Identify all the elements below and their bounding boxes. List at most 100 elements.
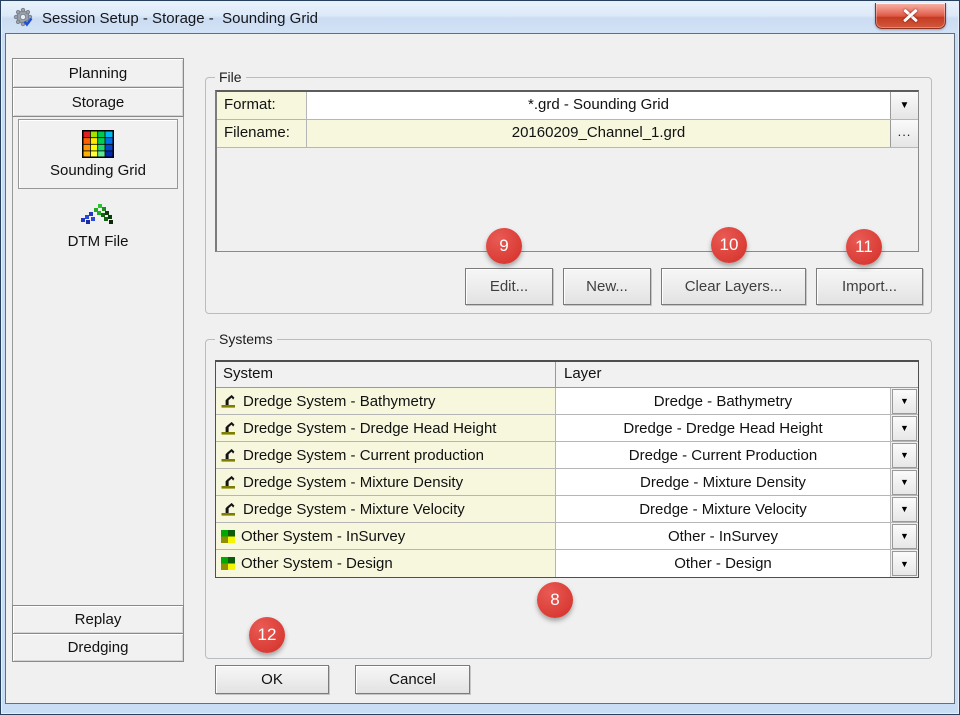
titlebar[interactable]: Session Setup - Storage - Sounding Grid: [2, 2, 958, 34]
table-header: System Layer: [216, 362, 918, 388]
table-row: Other System - Design Other - Design ▼: [216, 550, 918, 577]
filename-input[interactable]: 20160209_Channel_1.grd: [307, 120, 890, 147]
layer-cell[interactable]: Dredge - Bathymetry: [556, 388, 891, 414]
sidebar-tab-label: Planning: [69, 65, 127, 82]
layer-dropdown-button[interactable]: ▼: [892, 416, 917, 441]
dredge-system-icon: [221, 448, 237, 462]
chevron-down-icon: ▼: [900, 559, 909, 569]
sidebar-tab-dredging[interactable]: Dredging: [12, 633, 184, 662]
dialog-client: Planning Storage Sounding Grid: [5, 33, 955, 704]
table-row: Dredge System - Dredge Head Height Dredge…: [216, 415, 918, 442]
layer-dropdown: ▼: [891, 442, 918, 468]
layer-dropdown: ▼: [891, 469, 918, 495]
edit-button[interactable]: Edit...: [465, 268, 553, 305]
layer-dropdown: ▼: [891, 550, 918, 577]
close-icon: [902, 8, 919, 23]
annotation-badge-11: 11: [846, 229, 882, 265]
systems-table: System Layer Dredge System - BathymetryD…: [215, 360, 919, 578]
layer-cell[interactable]: Other - Design: [556, 550, 891, 577]
sidebar-tab-storage[interactable]: Storage: [12, 87, 184, 117]
column-header-layer: Layer: [556, 362, 918, 387]
sidebar-item-sounding-grid[interactable]: Sounding Grid: [18, 119, 178, 189]
layer-dropdown-button[interactable]: ▼: [892, 389, 917, 414]
column-header-system: System: [216, 362, 556, 387]
layer-cell[interactable]: Other - InSurvey: [556, 523, 891, 549]
chevron-down-icon: ▼: [900, 477, 909, 487]
sounding-grid-icon: [82, 130, 114, 158]
system-cell-label: Dredge System - Bathymetry: [243, 393, 436, 410]
file-grid: Format: *.grd - Sounding Grid ▼ Filename…: [215, 90, 919, 252]
layer-cell[interactable]: Dredge - Mixture Velocity: [556, 496, 891, 522]
sidebar-item-label: DTM File: [68, 233, 129, 250]
format-label: Format:: [217, 92, 307, 119]
system-cell-label: Dredge System - Dredge Head Height: [243, 420, 496, 437]
import-button[interactable]: Import...: [816, 268, 923, 305]
chevron-down-icon: ▼: [900, 423, 909, 433]
layer-cell[interactable]: Dredge - Dredge Head Height: [556, 415, 891, 441]
file-group-label: File: [215, 69, 246, 85]
chevron-down-icon: ▼: [900, 504, 909, 514]
layer-dropdown-button[interactable]: ▼: [892, 470, 917, 495]
chevron-down-icon: ▼: [900, 396, 909, 406]
ok-button[interactable]: OK: [215, 665, 329, 694]
layer-dropdown: ▼: [891, 415, 918, 441]
system-cell[interactable]: Dredge System - Mixture Velocity: [216, 496, 556, 522]
sidebar-tab-planning[interactable]: Planning: [12, 58, 184, 88]
layer-dropdown-button[interactable]: ▼: [892, 551, 917, 576]
table-row: Other System - InSurveyOther - InSurvey ▼: [216, 523, 918, 550]
system-cell[interactable]: Dredge System - Dredge Head Height: [216, 415, 556, 441]
annotation-badge-12: 12: [249, 617, 285, 653]
systems-group-label: Systems: [215, 331, 277, 347]
format-dropdown-button[interactable]: ▼: [890, 92, 918, 119]
dredge-system-icon: [221, 394, 237, 408]
format-value[interactable]: *.grd - Sounding Grid: [307, 92, 890, 119]
file-group: File Format: *.grd - Sounding Grid ▼ Fil…: [205, 77, 932, 314]
sidebar-tab-label: Replay: [75, 611, 122, 628]
system-cell[interactable]: Dredge System - Current production: [216, 442, 556, 468]
annotation-badge-8: 8: [537, 582, 573, 618]
table-row: Dredge System - Current production Dredge…: [216, 442, 918, 469]
dredge-system-icon: [221, 475, 237, 489]
system-cell-label: Other System - Design: [241, 555, 393, 572]
filename-row: Filename: 20160209_Channel_1.grd ...: [217, 120, 918, 148]
layer-dropdown-button[interactable]: ▼: [892, 524, 917, 549]
new-button[interactable]: New...: [563, 268, 651, 305]
dredge-system-icon: [221, 421, 237, 435]
window-title: Session Setup - Storage - Sounding Grid: [42, 10, 318, 27]
layer-cell[interactable]: Dredge - Current Production: [556, 442, 891, 468]
system-cell-label: Dredge System - Mixture Density: [243, 474, 463, 491]
dtm-file-icon: [78, 201, 118, 229]
dialog-window: Session Setup - Storage - Sounding Grid …: [0, 0, 960, 715]
chevron-down-icon: ▼: [900, 531, 909, 541]
chevron-down-icon: ▼: [900, 100, 910, 111]
annotation-badge-10: 10: [711, 227, 747, 263]
layer-cell[interactable]: Dredge - Mixture Density: [556, 469, 891, 495]
sidebar: Planning Storage Sounding Grid: [12, 58, 184, 662]
chevron-down-icon: ▼: [900, 450, 909, 460]
system-cell[interactable]: Dredge System - Bathymetry: [216, 388, 556, 414]
browse-button[interactable]: ...: [890, 120, 918, 147]
close-button[interactable]: [875, 3, 946, 29]
sidebar-tab-label: Storage: [72, 94, 125, 111]
table-row: Dredge System - Bathymetry Dredge - Bathy…: [216, 388, 918, 415]
cancel-button[interactable]: Cancel: [355, 665, 470, 694]
layer-dropdown-button[interactable]: ▼: [892, 497, 917, 522]
clear-layers-button[interactable]: Clear Layers...: [661, 268, 806, 305]
table-row: Dredge System - Mixture VelocityDredge -…: [216, 496, 918, 523]
layer-dropdown: ▼: [891, 523, 918, 549]
system-cell[interactable]: Dredge System - Mixture Density: [216, 469, 556, 495]
system-cell-label: Dredge System - Current production: [243, 447, 484, 464]
sidebar-tab-replay[interactable]: Replay: [12, 605, 184, 634]
layer-dropdown-button[interactable]: ▼: [892, 443, 917, 468]
table-row: Dredge System - Mixture Density Dredge - …: [216, 469, 918, 496]
layer-dropdown: ▼: [891, 496, 918, 522]
sidebar-item-dtm-file[interactable]: DTM File: [18, 193, 178, 257]
system-cell[interactable]: Other System - InSurvey: [216, 523, 556, 549]
format-row: Format: *.grd - Sounding Grid ▼: [217, 92, 918, 120]
layer-dropdown: ▼: [891, 388, 918, 414]
other-system-icon: [221, 530, 235, 543]
system-cell[interactable]: Other System - Design: [216, 550, 556, 577]
annotation-badge-9: 9: [486, 228, 522, 264]
app-gear-icon: [13, 7, 35, 29]
filename-label: Filename:: [217, 120, 307, 147]
